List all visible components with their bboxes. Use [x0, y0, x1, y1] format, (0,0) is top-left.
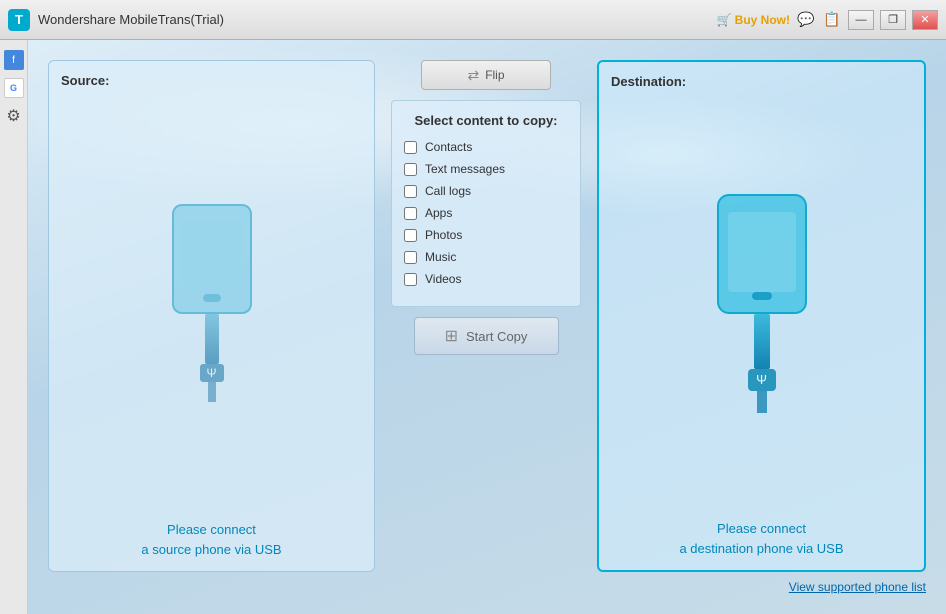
checkbox-contacts-label: Contacts: [425, 140, 472, 154]
chat-button[interactable]: 💬: [796, 10, 816, 30]
source-usb-cable: [205, 314, 219, 364]
app-icon: T: [8, 9, 30, 31]
destination-panel: Destination: Ψ Please connecta destinati…: [597, 60, 926, 572]
checkbox-videos-label: Videos: [425, 272, 461, 286]
checkbox-calllogs-label: Call logs: [425, 184, 471, 198]
restore-button[interactable]: ❐: [880, 10, 906, 30]
buy-now-button[interactable]: 🛒 Buy Now!: [717, 13, 790, 27]
browser-sidebar: f G ⚙: [0, 40, 28, 614]
source-panel: Source: Ψ Please connecta source phone v…: [48, 60, 375, 572]
checkbox-calllogs-input[interactable]: [404, 185, 417, 198]
source-phone-button: [203, 294, 221, 302]
title-bar: T Wondershare MobileTrans(Trial) 🛒 Buy N…: [0, 0, 946, 40]
view-supported-link[interactable]: View supported phone list: [789, 580, 926, 594]
checkbox-photos-label: Photos: [425, 228, 462, 242]
checkbox-music[interactable]: Music: [404, 250, 568, 264]
start-copy-icon: ⊞: [445, 326, 458, 346]
checkbox-photos[interactable]: Photos: [404, 228, 568, 242]
checkbox-calllogs[interactable]: Call logs: [404, 184, 568, 198]
checkbox-music-label: Music: [425, 250, 456, 264]
source-phone-body: [172, 204, 252, 314]
close-button[interactable]: ✕: [912, 10, 938, 30]
destination-usb-symbol: Ψ: [756, 372, 767, 387]
app-title: Wondershare MobileTrans(Trial): [38, 12, 717, 27]
destination-phone-screen: [728, 212, 796, 292]
source-usb-symbol: Ψ: [206, 366, 216, 380]
checkbox-videos-input[interactable]: [404, 273, 417, 286]
checkbox-apps[interactable]: Apps: [404, 206, 568, 220]
destination-usb-tip: [757, 391, 767, 413]
source-usb-head: Ψ: [200, 364, 224, 382]
browser-icon-google: G: [4, 78, 24, 98]
destination-phone-button: [752, 292, 772, 300]
start-copy-button[interactable]: ⊞ Start Copy: [414, 317, 559, 355]
source-phone-illustration: Ψ: [172, 98, 252, 508]
destination-label: Destination:: [611, 74, 686, 89]
middle-panel: ⇄ Flip Select content to copy: Contacts …: [391, 60, 581, 572]
source-phone-screen: [182, 221, 242, 291]
flip-button[interactable]: ⇄ Flip: [421, 60, 551, 90]
title-bar-actions: 🛒 Buy Now! 💬 📋 — ❐ ✕: [717, 10, 938, 30]
content-area: Source: Ψ Please connecta source phone v…: [48, 60, 926, 572]
destination-phone-body: [717, 194, 807, 314]
content-select-title: Select content to copy:: [404, 113, 568, 128]
checkbox-apps-input[interactable]: [404, 207, 417, 220]
checkbox-music-input[interactable]: [404, 251, 417, 264]
source-usb-tip: [208, 382, 216, 402]
checkbox-textmessages-label: Text messages: [425, 162, 505, 176]
destination-phone-illustration: Ψ: [717, 99, 807, 507]
destination-usb-head: Ψ: [748, 369, 776, 391]
checkbox-textmessages-input[interactable]: [404, 163, 417, 176]
checkbox-videos[interactable]: Videos: [404, 272, 568, 286]
flip-icon: ⇄: [467, 67, 479, 84]
checkbox-contacts[interactable]: Contacts: [404, 140, 568, 154]
checkbox-textmessages[interactable]: Text messages: [404, 162, 568, 176]
main-area: Source: Ψ Please connecta source phone v…: [28, 40, 946, 614]
cart-icon: 🛒: [717, 13, 732, 27]
source-label: Source:: [61, 73, 109, 88]
footer: View supported phone list: [48, 572, 926, 594]
source-connect-text: Please connecta source phone via USB: [141, 520, 281, 559]
destination-connect-text: Please connecta destination phone via US…: [679, 519, 843, 558]
destination-usb-cable: [754, 314, 770, 369]
content-select-box: Select content to copy: Contacts Text me…: [391, 100, 581, 307]
browser-icon-1: f: [4, 50, 24, 70]
checkbox-contacts-input[interactable]: [404, 141, 417, 154]
browser-icon-gear: ⚙: [4, 106, 24, 126]
checkbox-photos-input[interactable]: [404, 229, 417, 242]
checkbox-apps-label: Apps: [425, 206, 452, 220]
docs-button[interactable]: 📋: [822, 10, 842, 30]
minimize-button[interactable]: —: [848, 10, 874, 30]
